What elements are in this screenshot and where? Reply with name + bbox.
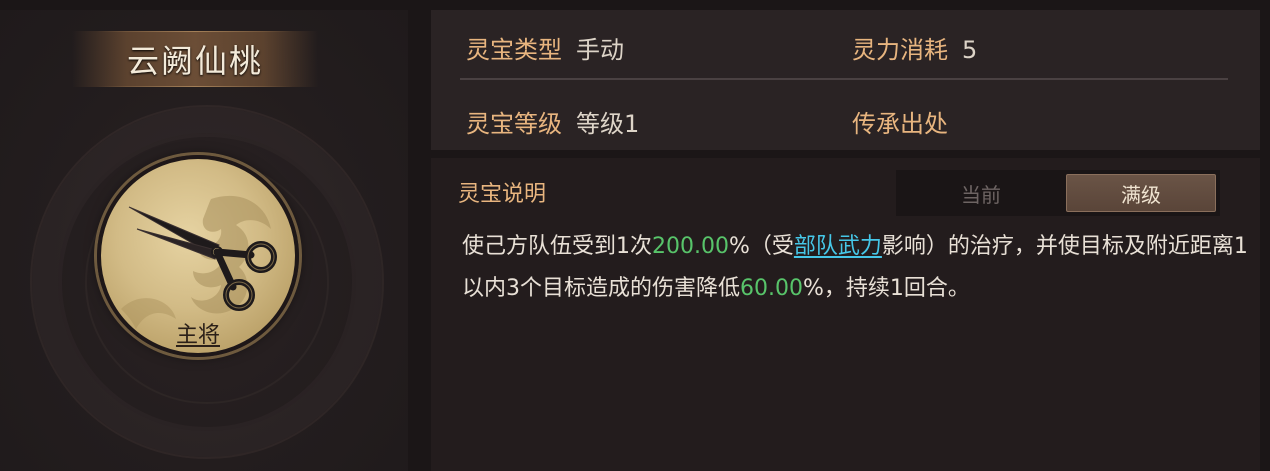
item-type-value: 手动 (576, 36, 624, 64)
damage-reduction-value: 60.00 (740, 276, 803, 301)
item-level-row: 灵宝等级 等级1 (466, 104, 639, 139)
tab-max-level[interactable]: 满级 (1066, 174, 1216, 212)
troop-force-link[interactable]: 部队武力 (794, 234, 882, 259)
source-row: 传承出处 (852, 104, 948, 139)
spirit-cost-value: 5 (962, 36, 978, 64)
desc-seg-4: %，持续1回合。 (802, 276, 970, 301)
description-title: 灵宝说明 (458, 182, 547, 207)
source-label: 传承出处 (852, 110, 948, 138)
item-type-label: 灵宝类型 (466, 36, 562, 64)
item-title-banner: 云阙仙桃 (72, 31, 318, 87)
desc-seg-2: %（受 (728, 234, 794, 259)
spirit-cost-row: 灵力消耗 5 (852, 30, 977, 65)
item-medal[interactable]: 主将 (97, 155, 299, 357)
level-tab-group: 当前 满级 (896, 170, 1220, 216)
tab-current[interactable]: 当前 (896, 174, 1066, 212)
description-text: 使己方队伍受到1次200.00%（受部队武力影响）的治疗，并使目标及附近距离1以… (462, 226, 1252, 310)
spirit-cost-label: 灵力消耗 (852, 36, 948, 64)
item-level-value: 等级1 (576, 110, 640, 138)
item-type-row: 灵宝类型 手动 (466, 30, 624, 65)
item-name: 云阙仙桃 (126, 42, 263, 80)
info-divider (460, 78, 1228, 80)
heal-value: 200.00 (652, 234, 729, 259)
desc-seg-1: 使己方队伍受到1次 (462, 234, 652, 259)
role-label: 主将 (175, 323, 220, 348)
item-level-label: 灵宝等级 (466, 110, 562, 138)
